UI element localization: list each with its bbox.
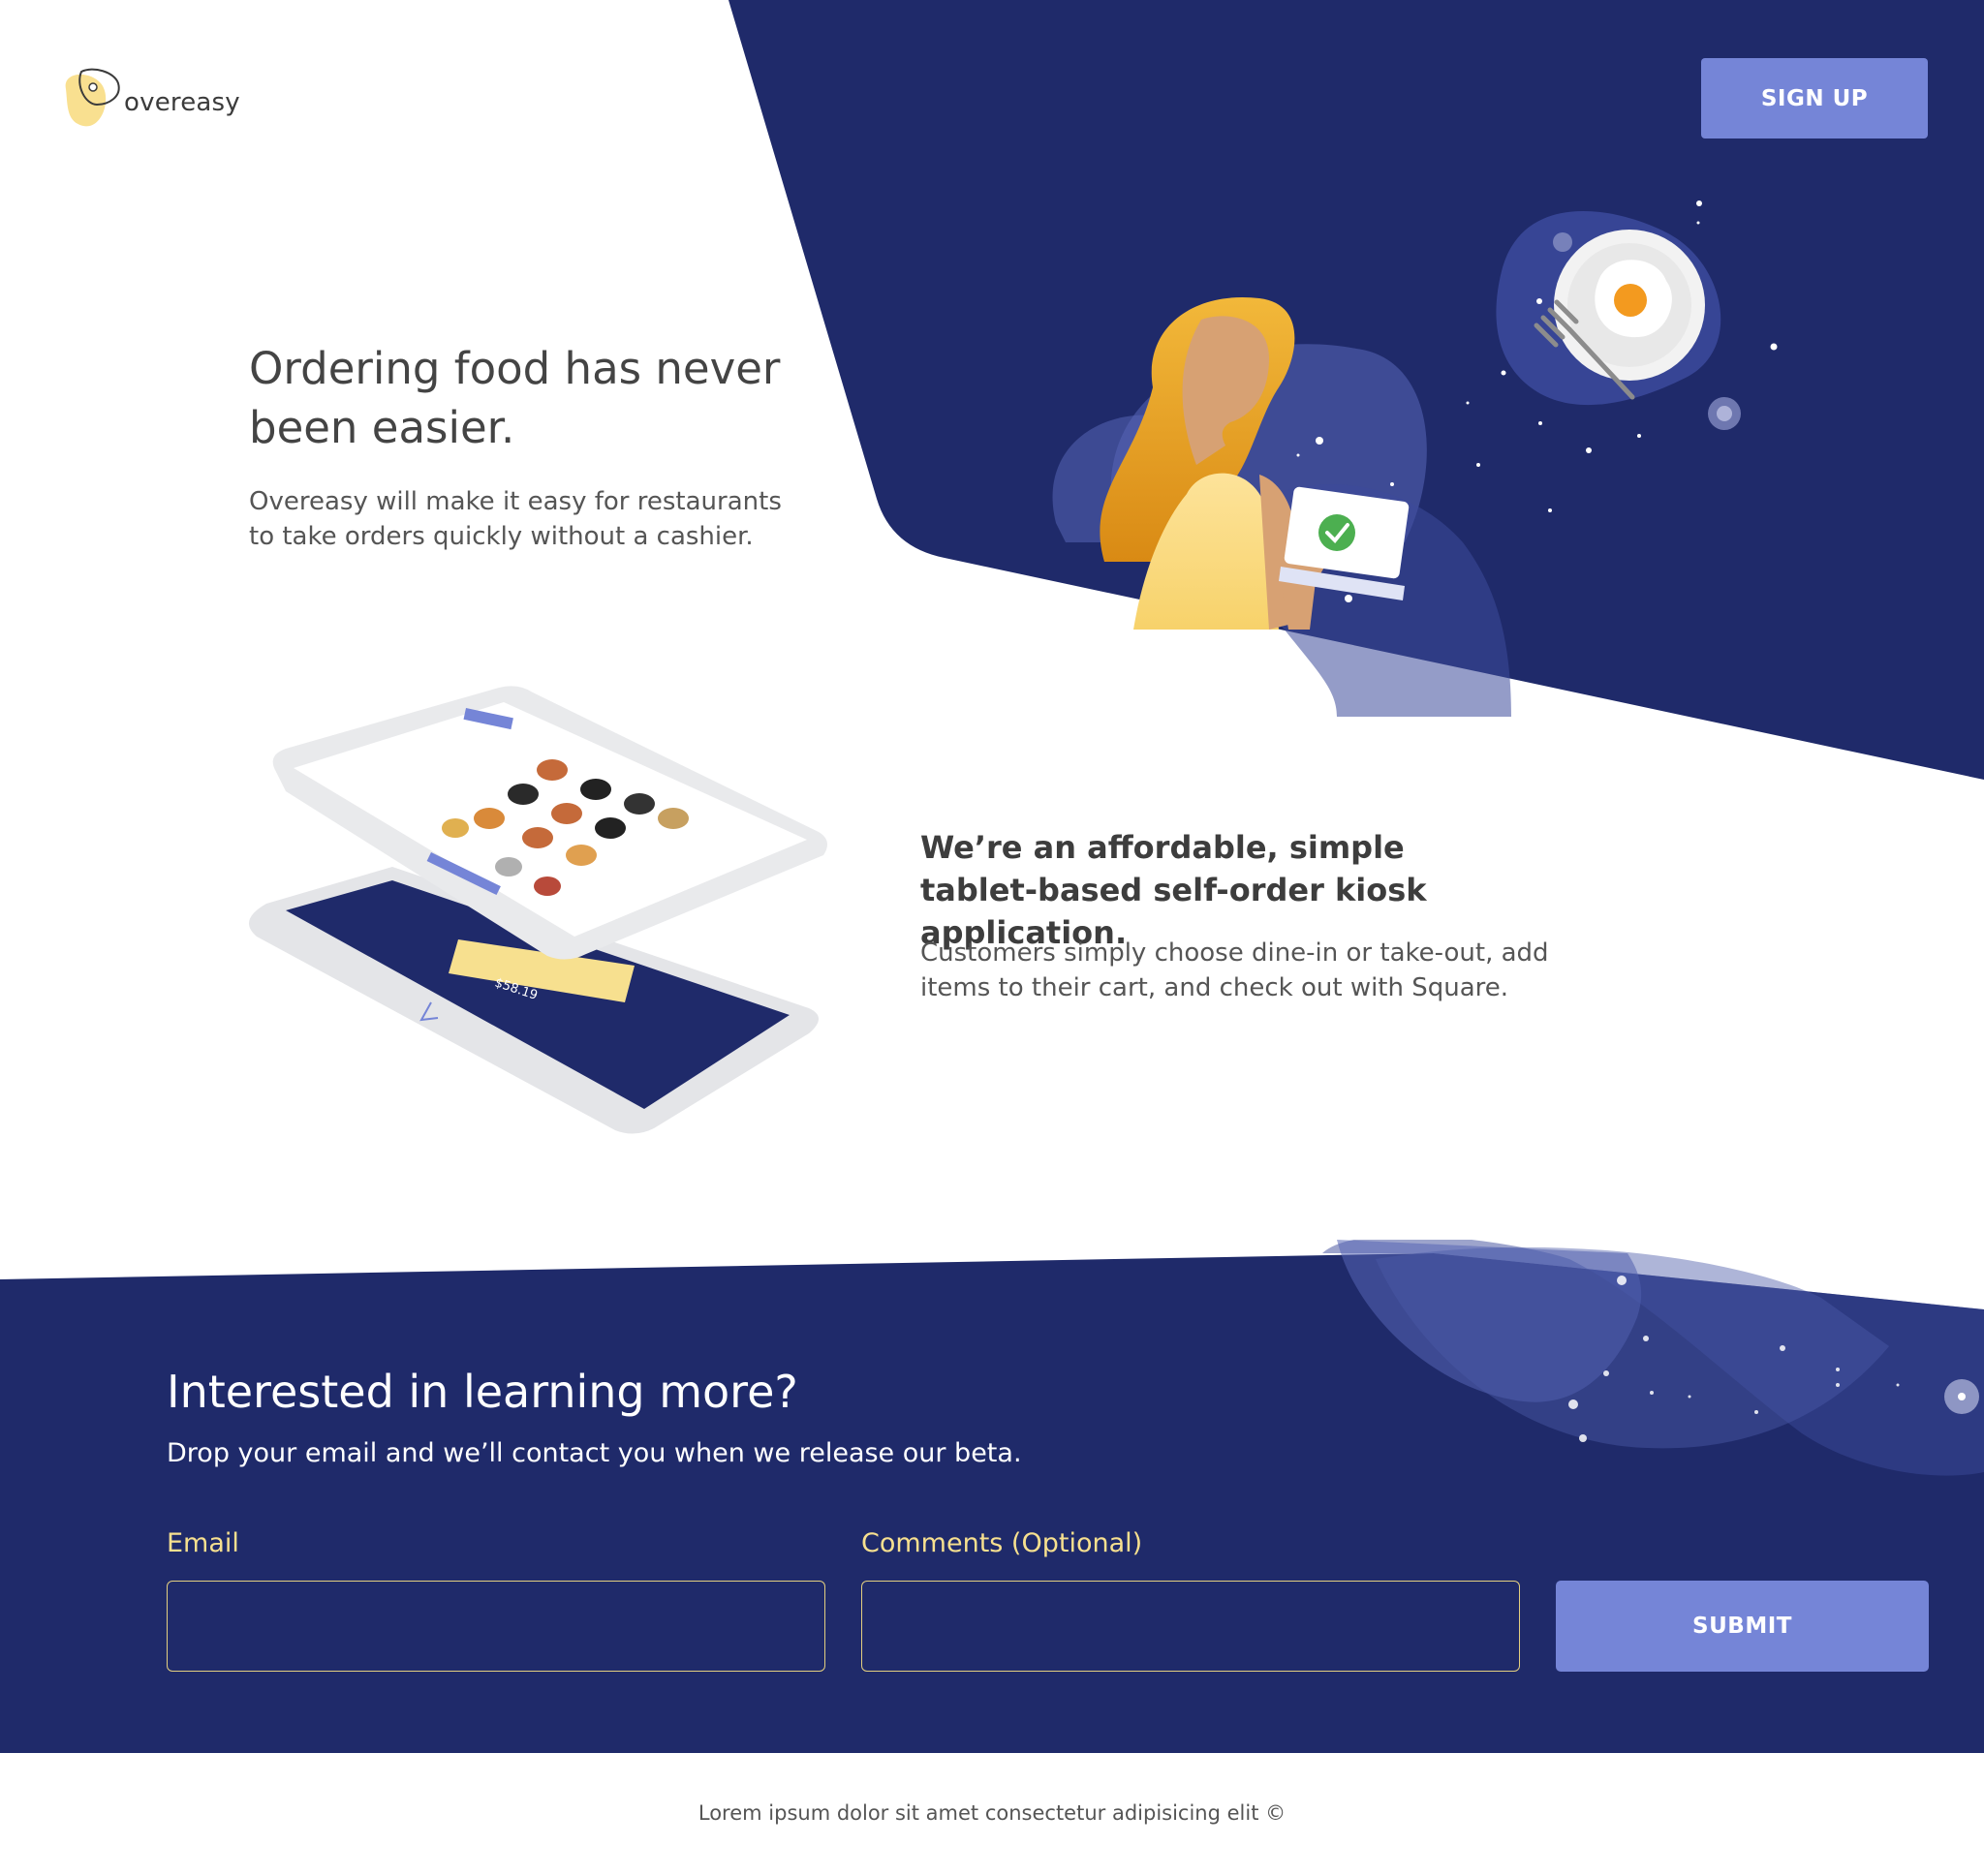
check-icon <box>1318 514 1355 551</box>
signup-background <box>0 1240 1984 1753</box>
comments-label: Comments (Optional) <box>861 1528 1143 1558</box>
tablet-mockups: $58.19 <box>249 686 828 1134</box>
sign-up-button[interactable]: SIGN UP <box>1701 58 1928 138</box>
submit-button[interactable]: SUBMIT <box>1556 1581 1929 1672</box>
hero-title: Ordering food has never been easier. <box>249 343 781 453</box>
logo[interactable]: overeasy <box>54 58 240 136</box>
email-label: Email <box>167 1528 239 1558</box>
egg-logo-icon <box>65 68 120 127</box>
logo-text: overeasy <box>124 88 240 117</box>
feature-subtitle: Customers simply choose dine-in or take-… <box>920 938 1549 1002</box>
hero-illustration <box>1052 200 1778 717</box>
email-field[interactable] <box>167 1581 825 1672</box>
signup-title: Interested in learning more? <box>167 1366 798 1418</box>
signup-subtitle: Drop your email and we’ll contact you wh… <box>167 1438 1022 1468</box>
comments-field[interactable] <box>861 1581 1520 1672</box>
footer-text: Lorem ipsum dolor sit amet consectetur a… <box>698 1801 1286 1825</box>
hero-subtitle: Overeasy will make it easy for restauran… <box>249 487 782 551</box>
